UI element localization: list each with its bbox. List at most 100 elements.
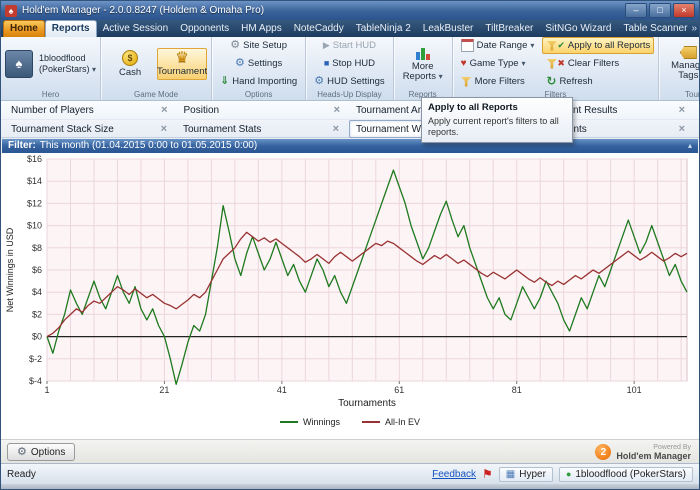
chart-legend: Winnings All-In EV bbox=[1, 417, 699, 427]
apply-to-all-reports-button[interactable]: ✔ Apply to all Reports bbox=[542, 37, 655, 54]
site-setup-button[interactable]: ⚙ Site Setup bbox=[226, 37, 291, 54]
hand-importing-button[interactable]: ⇓ Hand Importing bbox=[216, 73, 301, 90]
import-icon: ⇓ bbox=[220, 75, 230, 87]
tab-table-scanner[interactable]: Table Scanner bbox=[617, 21, 693, 37]
ribbon-group-hud: ▶ Start HUD ■ Stop HUD ⚙ HUD Settings He… bbox=[306, 37, 394, 100]
close-button[interactable]: × bbox=[673, 3, 695, 18]
ribbon-tab-bar: Home Reports Active Session Opponents HM… bbox=[1, 20, 699, 37]
game-type-button[interactable]: ♥ Game Type ▾ bbox=[457, 55, 539, 72]
close-icon[interactable]: × bbox=[157, 123, 171, 135]
close-icon[interactable]: × bbox=[330, 104, 344, 116]
tab-overflow-icon[interactable]: » bbox=[691, 23, 697, 34]
winnings-chart: $-4 $-2 $0 $2 $4 $6 $8 $10 $12 $14 $16 1 21 41 61 81 101… bbox=[5, 154, 688, 409]
maximize-button[interactable]: □ bbox=[649, 3, 671, 18]
group-label-tagging: Tourney Tagging bbox=[685, 90, 699, 99]
close-icon[interactable]: × bbox=[157, 104, 171, 116]
report-tab-tournament-stats[interactable]: Tournament Stats × bbox=[177, 121, 349, 137]
stop-icon: ■ bbox=[323, 58, 330, 68]
close-icon[interactable]: × bbox=[675, 123, 689, 135]
svg-text:$-4: $-4 bbox=[29, 376, 42, 386]
chart-panel: $-4 $-2 $0 $2 $4 $6 $8 $10 $12 $14 $16 1 21 41 61 81 101… bbox=[1, 153, 699, 439]
user-icon: ● bbox=[565, 469, 572, 479]
powered-by-logo: 2 Powered By Hold'em Manager bbox=[595, 443, 691, 461]
options-button[interactable]: ⚙ Options bbox=[7, 443, 76, 461]
close-icon[interactable]: × bbox=[329, 123, 343, 135]
hero-selector[interactable]: 1bloodflood (PokerStars) ▾ bbox=[39, 53, 96, 75]
start-hud-button[interactable]: ▶ Start HUD bbox=[319, 37, 380, 54]
chevron-down-icon: ▾ bbox=[530, 41, 535, 50]
tab-leakbuster[interactable]: LeakBuster bbox=[417, 21, 480, 37]
calendar-icon bbox=[460, 39, 474, 52]
powered-by-line2: Hold'em Manager bbox=[616, 451, 691, 461]
legend-item: All-In EV bbox=[362, 417, 420, 427]
gear-icon: ⚙ bbox=[235, 57, 245, 69]
hero-avatar[interactable]: ♠ bbox=[5, 49, 33, 78]
tooltip-body: Apply current report's filters to all re… bbox=[428, 116, 559, 137]
chevron-up-icon[interactable]: ▴ bbox=[688, 139, 692, 153]
feedback-link[interactable]: Feedback bbox=[432, 469, 476, 480]
clear-icon: ✖ bbox=[557, 58, 565, 68]
tab-reports[interactable]: Reports bbox=[44, 20, 97, 37]
minimize-button[interactable]: – bbox=[625, 3, 647, 18]
manage-tags-button[interactable]: Manage Tags bbox=[663, 43, 699, 84]
window-frame bbox=[1, 484, 699, 489]
tab-tableninja-2[interactable]: TableNinja 2 bbox=[350, 21, 417, 37]
svg-text:$4: $4 bbox=[32, 287, 42, 297]
flag-icon[interactable]: ⚑ bbox=[482, 467, 493, 481]
svg-text:$12: $12 bbox=[27, 198, 42, 208]
svg-text:41: 41 bbox=[277, 385, 287, 395]
svg-text:21: 21 bbox=[159, 385, 169, 395]
tab-home[interactable]: Home bbox=[3, 20, 45, 37]
ribbon-group-filters: Date Range ▾ ♥ Game Type ▾ More Filters bbox=[453, 37, 660, 100]
clear-filters-button[interactable]: ✖ Clear Filters bbox=[542, 55, 654, 72]
settings-button[interactable]: ⚙ Settings bbox=[231, 55, 286, 72]
cash-button[interactable]: $ Cash bbox=[105, 47, 155, 81]
more-reports-button[interactable]: More Reports ▾ bbox=[398, 43, 448, 85]
tooltip-title: Apply to all Reports bbox=[428, 102, 518, 113]
ribbon-group-tagging: Manage Tags Filter for Tag Tourney Taggi… bbox=[659, 37, 699, 100]
svg-text:$-2: $-2 bbox=[29, 354, 42, 364]
hud-settings-button[interactable]: ⚙ HUD Settings bbox=[310, 73, 388, 90]
more-filters-button[interactable]: More Filters bbox=[457, 73, 539, 90]
cash-label: Cash bbox=[118, 66, 142, 78]
tab-active-session[interactable]: Active Session bbox=[97, 21, 175, 37]
date-range-button[interactable]: Date Range ▾ bbox=[457, 37, 539, 54]
filter-icon bbox=[546, 40, 558, 51]
tag-icon bbox=[679, 46, 697, 59]
hero-site: (PokerStars) bbox=[39, 63, 90, 74]
report-tab-number-of-players[interactable]: Number of Players × bbox=[5, 102, 178, 118]
group-label-game-mode: Game Mode bbox=[134, 90, 179, 99]
chevron-down-icon: ▾ bbox=[521, 59, 526, 68]
tab-notecaddy[interactable]: NoteCaddy bbox=[288, 21, 350, 37]
active-player[interactable]: ● 1bloodflood (PokerStars) bbox=[558, 466, 693, 482]
cash-icon: $ bbox=[122, 49, 139, 66]
filter-icon bbox=[460, 76, 472, 87]
ribbon-group-hero: ♠ 1bloodflood (PokerStars) ▾ Hero bbox=[1, 37, 102, 100]
tab-opponents[interactable]: Opponents bbox=[174, 21, 235, 37]
report-tab-tournament-stack-size[interactable]: Tournament Stack Size × bbox=[5, 121, 177, 137]
svg-text:$0: $0 bbox=[32, 332, 42, 342]
gear-icon: ⚙ bbox=[17, 445, 27, 458]
trophy-icon: ♛ bbox=[175, 48, 189, 66]
hud-profile-selector[interactable]: ▦ Hyper bbox=[498, 466, 553, 482]
refresh-button[interactable]: ↻ Refresh bbox=[542, 73, 654, 90]
report-tab-position[interactable]: Position × bbox=[178, 102, 351, 118]
group-label-hero: Hero bbox=[41, 90, 60, 99]
ribbon-group-options: ⚙ Site Setup ⚙ Settings ⇓ Hand Importing… bbox=[212, 37, 307, 100]
close-icon[interactable]: × bbox=[675, 104, 689, 116]
tab-tiltbreaker[interactable]: TiltBreaker bbox=[479, 21, 539, 37]
tournament-button[interactable]: ♛ Tournament bbox=[157, 47, 207, 80]
legend-swatch bbox=[362, 421, 380, 423]
svg-text:$10: $10 bbox=[27, 221, 42, 231]
svg-text:$6: $6 bbox=[32, 265, 42, 275]
hero-name: 1bloodflood bbox=[39, 52, 86, 63]
svg-text:$14: $14 bbox=[27, 176, 42, 186]
stop-hud-button[interactable]: ■ Stop HUD bbox=[320, 55, 379, 72]
group-label-hud: Heads-Up Display bbox=[317, 90, 382, 99]
chevron-down-icon: ▾ bbox=[438, 71, 443, 81]
filter-bar[interactable]: Filter: This month (01.04.2015 0:00 to 0… bbox=[2, 139, 698, 153]
cards-icon: ♥ bbox=[460, 58, 467, 69]
tab-sitngo-wizard[interactable]: SitNGo Wizard bbox=[539, 21, 617, 37]
tooltip-apply-to-all-reports: Apply to all Reports Apply current repor… bbox=[421, 97, 573, 143]
tab-hm-apps[interactable]: HM Apps bbox=[235, 21, 288, 37]
